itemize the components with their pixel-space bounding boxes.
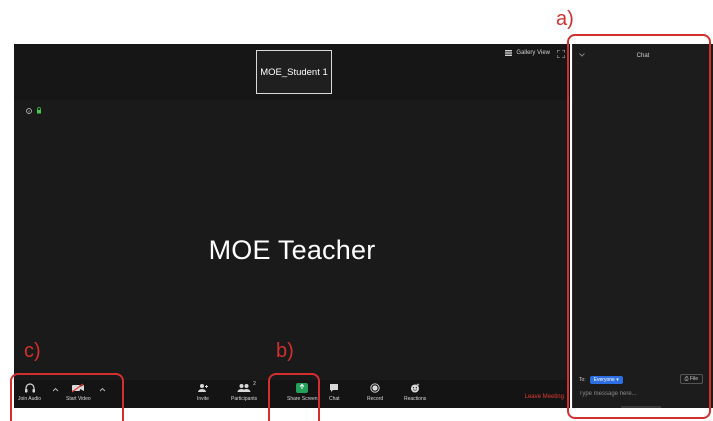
reactions-button[interactable]: Reactions [404,383,426,402]
annotation-label-a: a) [556,8,574,30]
record-icon [370,383,380,393]
participant-thumbnail[interactable]: MOE_Student 1 [256,50,332,94]
annotation-box-b [268,373,320,421]
participants-icon [237,384,251,392]
reactions-smiley-icon [411,383,420,393]
record-label: Record [367,396,384,402]
chat-button[interactable]: Chat [329,383,340,402]
chat-bubble-icon [330,384,339,392]
annotation-box-a [567,34,711,419]
participants-button[interactable]: 2 Participants [231,381,258,402]
leave-meeting-button[interactable]: Leave Meeting [525,394,564,400]
invite-person-icon [198,384,208,392]
participants-label: Participants [231,396,258,402]
invite-button[interactable]: Invite [197,383,209,402]
active-speaker-video: MOE Teacher [14,100,570,380]
thumbnail-strip: MOE_Student 1 Gallery View [14,44,570,100]
participant-thumbnail-name: MOE_Student 1 [260,66,328,78]
gallery-grid-icon [505,50,513,56]
record-button[interactable]: Record [367,383,383,402]
fullscreen-icon[interactable] [557,50,565,58]
reactions-label: Reactions [404,396,427,402]
active-speaker-name: MOE Teacher [208,235,376,265]
chat-label: Chat [329,396,340,402]
annotation-box-c [10,373,124,421]
gallery-view-label: Gallery View [516,50,550,56]
gallery-view-button[interactable]: Gallery View [505,50,550,56]
invite-label: Invite [197,396,209,402]
annotation-label-b: b) [276,340,294,362]
participants-count: 2 [253,381,256,387]
annotation-label-c: c) [24,340,41,362]
